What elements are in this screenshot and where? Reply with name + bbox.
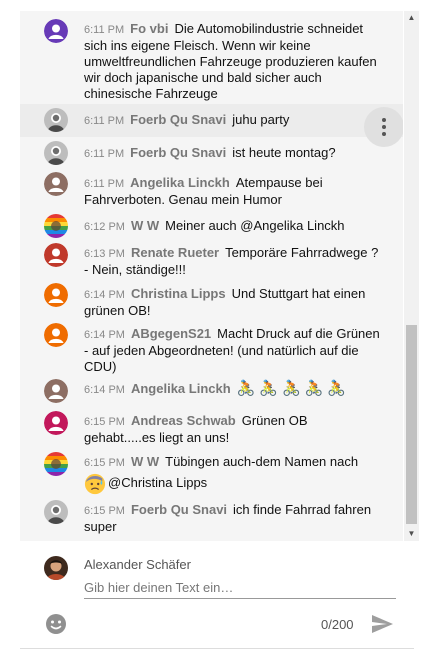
chat-message[interactable]: 6:14 PM Angelika Linckh 🚴🚴🚴🚴🚴: [20, 377, 403, 409]
chat-message[interactable]: 6:11 PM Angelika Linckh Atempause bei Fahr…: [20, 168, 403, 212]
message-text-block: 6:12 PM W W Meiner auch @Angelika Linckh: [84, 218, 380, 235]
emoji-smile-icon[interactable]: [44, 612, 68, 636]
message-timestamp: 6:15 PM: [84, 416, 125, 428]
pink-person-avatar[interactable]: [44, 411, 68, 435]
orange-person-avatar[interactable]: [44, 283, 68, 307]
chat-message[interactable]: 6:15 PM Foerb Qu Snavi ich finde Fahrrad f…: [20, 498, 403, 541]
message-author[interactable]: Angelika Linckh: [130, 175, 230, 190]
message-text-block: 6:13 PM Renate Rueter Temporäre Fahrradweg…: [84, 245, 380, 278]
message-author[interactable]: Foerb Qu Snavi: [130, 112, 226, 127]
message-author[interactable]: Foerb Qu Snavi: [131, 502, 227, 517]
message-author[interactable]: Fo vbi: [130, 21, 168, 36]
send-icon[interactable]: [370, 612, 396, 636]
chat-message-input[interactable]: [84, 577, 396, 599]
message-author[interactable]: Andreas Schwab: [131, 413, 236, 428]
chat-message-hovered[interactable]: 6:11 PM Foerb Qu Snavi juhu party: [20, 104, 403, 147]
message-body: ich finde Fahrrad fahren super: [84, 502, 372, 534]
purple-person-avatar[interactable]: [44, 19, 68, 43]
message-text-block: 6:11 PM Angelika Linckh Atempause bei Fahr…: [84, 175, 380, 208]
message-text-block: 6:11 PM Foerb Qu Snavi ist heute montag?: [84, 145, 380, 162]
chat-message[interactable]: 6:15 PM Andreas Schwab Grünen OB gehabt...…: [20, 407, 403, 451]
orange-person-avatar[interactable]: [44, 323, 68, 347]
message-timestamp: 6:15 PM: [84, 457, 125, 469]
more-dot: [382, 132, 386, 136]
brown-person-avatar[interactable]: [44, 379, 68, 403]
character-counter: 0/200: [321, 617, 354, 632]
message-compose-area: Alexander Schäfer 0/200: [20, 541, 414, 649]
message-timestamp: 6:15 PM: [84, 505, 125, 517]
message-text-block: 6:15 PM W W Tübingen auch-dem Namen nach @…: [84, 454, 380, 495]
more-dot: [382, 118, 386, 122]
message-author[interactable]: Renate Rueter: [131, 245, 219, 260]
compose-user-name: Alexander Schäfer: [84, 557, 191, 572]
message-text-block: 6:11 PM Fo vbi Die Automobilindustrie schn…: [84, 21, 380, 102]
live-chat-panel: 6:11 PM Fo vbi Die Automobilindustrie schn…: [0, 0, 428, 659]
message-timestamp: 6:11 PM: [84, 148, 125, 160]
grey-photo-avatar[interactable]: [44, 500, 68, 524]
message-body: Temporäre Fahrradwege ? - Nein, ständige…: [84, 245, 379, 277]
message-author[interactable]: Foerb Qu Snavi: [130, 145, 226, 160]
message-timestamp: 6:14 PM: [84, 329, 125, 341]
message-timestamp: 6:11 PM: [84, 115, 125, 127]
user-avatar: [44, 556, 68, 580]
chat-message[interactable]: 6:11 PM Foerb Qu Snavi ist heute montag?: [20, 137, 403, 167]
message-author[interactable]: ABgegenS21: [131, 326, 211, 341]
message-text-block: 6:15 PM Andreas Schwab Grünen OB gehabt...…: [84, 413, 380, 446]
rainbow-photo-avatar[interactable]: [44, 214, 68, 238]
message-timestamp: 6:11 PM: [84, 24, 125, 36]
grey-photo-avatar[interactable]: [44, 141, 68, 165]
message-body: ist heute montag?: [232, 145, 336, 160]
bottom-divider: [20, 648, 414, 649]
message-body: juhu party: [232, 112, 290, 127]
message-timestamp: 6:13 PM: [84, 248, 125, 260]
message-body: Tübingen auch-dem Namen nach: [165, 454, 359, 469]
message-timestamp: 6:11 PM: [84, 178, 125, 190]
scroll-up-arrow-icon[interactable]: ▲: [404, 11, 419, 25]
bicycle-emoji-row: 🚴🚴🚴🚴🚴: [236, 380, 351, 397]
chat-message-list[interactable]: 6:11 PM Fo vbi Die Automobilindustrie schn…: [20, 11, 403, 541]
message-text-block: 6:14 PM Angelika Linckh 🚴🚴🚴🚴🚴: [84, 381, 380, 398]
grey-photo-avatar[interactable]: [44, 108, 68, 132]
brown-person-avatar[interactable]: [44, 172, 68, 196]
red-person-avatar[interactable]: [44, 243, 68, 267]
message-author[interactable]: Christina Lipps: [131, 286, 226, 301]
chat-message[interactable]: 6:14 PM ABgegenS21 Macht Druck auf die Grü…: [20, 321, 403, 381]
message-text-block: 6:14 PM Christina Lipps Und Stuttgart hat …: [84, 286, 380, 319]
message-body: Die Automobilindustrie schneidet sich in…: [84, 21, 377, 101]
rainbow-photo-avatar[interactable]: [44, 452, 68, 476]
chat-message[interactable]: 6:14 PM Christina Lipps Und Stuttgart hat …: [20, 281, 403, 326]
chat-message[interactable]: 6:11 PM Fo vbi Die Automobilindustrie schn…: [20, 11, 403, 107]
chat-message[interactable]: 6:15 PM W W Tübingen auch-dem Namen nach @…: [20, 448, 403, 498]
message-author[interactable]: W W: [131, 218, 159, 233]
message-text-block: 6:15 PM Foerb Qu Snavi ich finde Fahrrad f…: [84, 502, 380, 535]
message-timestamp: 6:14 PM: [84, 384, 125, 396]
chat-scrollbar[interactable]: ▲ ▼: [404, 11, 419, 541]
chat-message[interactable]: 6:13 PM Renate Rueter Temporäre Fahrradweg…: [20, 239, 403, 284]
message-timestamp: 6:14 PM: [84, 289, 125, 301]
message-timestamp: 6:12 PM: [84, 221, 125, 233]
scroll-down-arrow-icon[interactable]: ▼: [404, 527, 419, 541]
message-body: Macht Druck auf die Grünen - auf jeden A…: [84, 326, 380, 374]
mention-link[interactable]: @Christina Lipps: [108, 475, 207, 490]
message-author[interactable]: Angelika Linckh: [131, 381, 231, 396]
more-dot: [382, 125, 386, 129]
scroll-thumb[interactable]: [406, 325, 417, 524]
message-body: Meiner auch @Angelika Linckh: [165, 218, 345, 233]
message-text-block: 6:11 PM Foerb Qu Snavi juhu party: [84, 112, 380, 129]
message-author[interactable]: W W: [131, 454, 159, 469]
sad-sweat-face-emoji: [84, 473, 106, 494]
message-text-block: 6:14 PM ABgegenS21 Macht Druck auf die Grü…: [84, 326, 380, 375]
